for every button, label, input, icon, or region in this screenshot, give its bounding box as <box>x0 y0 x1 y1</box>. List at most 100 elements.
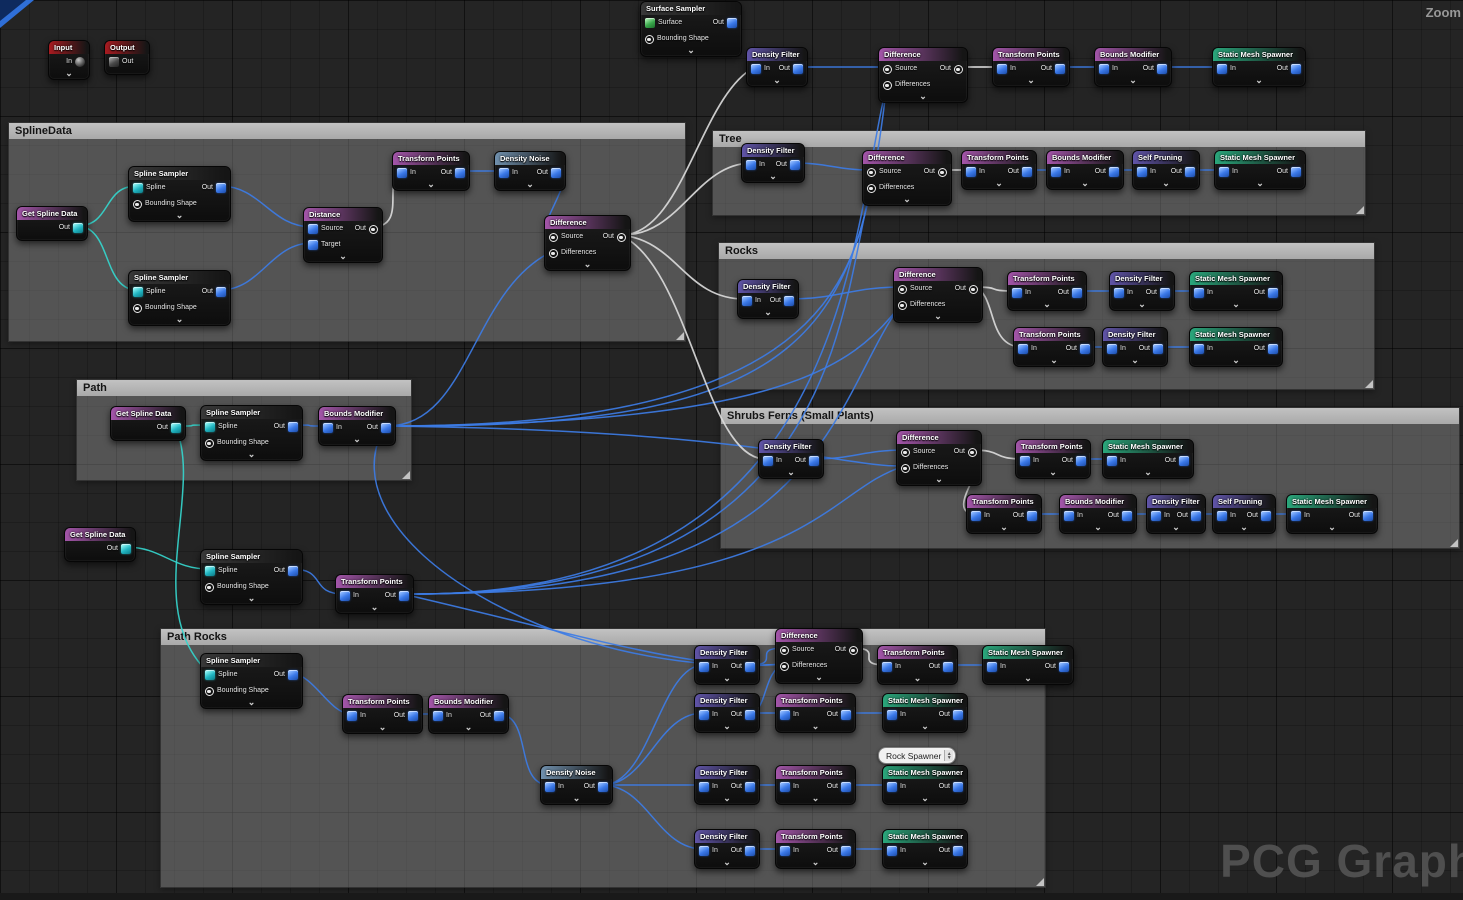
node-title[interactable]: Bounds Modifier <box>1060 495 1136 508</box>
point-pin-icon[interactable] <box>1219 167 1229 177</box>
point-pin-icon[interactable] <box>1291 167 1301 177</box>
node-title[interactable]: Density Filter <box>1103 328 1167 341</box>
any-pin-icon[interactable] <box>849 646 858 655</box>
any-pin-icon[interactable] <box>549 249 558 258</box>
point-pin-icon[interactable] <box>1012 288 1022 298</box>
any-pin-icon[interactable] <box>901 464 910 473</box>
node-transform-points[interactable]: Transform PointsInOut⌄ <box>961 150 1037 190</box>
comment-resize-handle[interactable] <box>402 471 410 479</box>
node-title[interactable]: Density Filter <box>695 694 759 707</box>
node-static-mesh-spawner[interactable]: Static Mesh SpawnerInOut⌄ <box>882 829 968 869</box>
node-title[interactable]: Static Mesh Spawner <box>1190 328 1282 341</box>
node-static-mesh-spawner[interactable]: Static Mesh SpawnerInOut⌄ <box>1189 271 1283 311</box>
node-density-filter[interactable]: Density FilterInOut⌄ <box>1102 327 1168 367</box>
any-pin-icon[interactable] <box>938 168 947 177</box>
node-title[interactable]: Transform Points <box>962 151 1036 164</box>
point-pin-icon[interactable] <box>308 240 318 250</box>
surface-pin-icon[interactable] <box>645 18 655 28</box>
point-pin-icon[interactable] <box>971 511 981 521</box>
node-distance[interactable]: DistanceSourceOutTarget⌄ <box>303 207 383 263</box>
point-pin-icon[interactable] <box>784 296 794 306</box>
point-pin-icon[interactable] <box>1051 167 1061 177</box>
node-bounds-modifier[interactable]: Bounds ModifierInOut⌄ <box>1059 494 1137 534</box>
point-pin-icon[interactable] <box>1194 288 1204 298</box>
node-density-filter[interactable]: Density FilterInOut⌄ <box>694 829 760 869</box>
node-title[interactable]: Transform Points <box>967 495 1041 508</box>
spline-pin-icon[interactable] <box>133 183 143 193</box>
node-self-pruning[interactable]: Self PruningInOut⌄ <box>1132 150 1200 190</box>
any-pin-icon[interactable] <box>645 35 654 44</box>
point-pin-icon[interactable] <box>1055 64 1065 74</box>
node-spline-sampler[interactable]: Spline SamplerSplineOutBounding Shape⌄ <box>200 653 303 709</box>
point-pin-icon[interactable] <box>1080 344 1090 354</box>
any-pin-icon[interactable] <box>898 285 907 294</box>
spline-pin-icon[interactable] <box>121 544 131 554</box>
spinner-icon[interactable]: ▲▼ <box>944 750 953 761</box>
node-transform-points[interactable]: Transform PointsInOut⌄ <box>1007 271 1087 311</box>
node-title[interactable]: Spline Sampler <box>201 654 302 667</box>
point-pin-icon[interactable] <box>841 846 851 856</box>
node-title[interactable]: Density Filter <box>1147 495 1205 508</box>
collapse-chevron-icon[interactable]: ⌄ <box>1047 180 1123 190</box>
collapse-chevron-icon[interactable]: ⌄ <box>1213 77 1305 87</box>
collapse-chevron-icon[interactable]: ⌄ <box>776 674 862 684</box>
node-title[interactable]: Density Filter <box>747 48 807 61</box>
node-title[interactable]: Distance <box>304 208 382 221</box>
any-pin-icon[interactable] <box>205 687 214 696</box>
node-difference[interactable]: DifferenceSourceOutDifferences⌄ <box>862 150 952 206</box>
point-pin-icon[interactable] <box>745 782 755 792</box>
node-spline-sampler[interactable]: Spline SamplerSplineOutBounding Shape⌄ <box>200 549 303 605</box>
point-pin-icon[interactable] <box>1363 511 1373 521</box>
point-pin-icon[interactable] <box>699 782 709 792</box>
point-pin-icon[interactable] <box>1064 511 1074 521</box>
node-transform-points[interactable]: Transform PointsInOut⌄ <box>877 645 958 685</box>
node-transform-points[interactable]: Transform PointsInOut⌄ <box>775 693 856 733</box>
point-pin-icon[interactable] <box>433 711 443 721</box>
node-title[interactable]: Spline Sampler <box>129 167 230 180</box>
point-pin-icon[interactable] <box>751 64 761 74</box>
point-pin-icon[interactable] <box>1018 344 1028 354</box>
node-bounds-modifier[interactable]: Bounds ModifierInOut⌄ <box>1046 150 1124 190</box>
collapse-chevron-icon[interactable]: ⌄ <box>695 859 759 869</box>
node-title[interactable]: Density Filter <box>695 830 759 843</box>
point-pin-icon[interactable] <box>1022 167 1032 177</box>
node-self-pruning[interactable]: Self PruningInOut⌄ <box>1212 494 1276 534</box>
point-pin-icon[interactable] <box>699 710 709 720</box>
collapse-chevron-icon[interactable]: ⌄ <box>1095 77 1171 87</box>
node-static-mesh-spawner[interactable]: Static Mesh SpawnerInOut⌄ <box>1189 327 1283 367</box>
node-difference[interactable]: DifferenceSourceOutDifferences⌄ <box>896 430 982 486</box>
point-pin-icon[interactable] <box>1122 511 1132 521</box>
point-pin-icon[interactable] <box>1291 511 1301 521</box>
collapse-chevron-icon[interactable]: ⌄ <box>738 309 798 319</box>
point-pin-icon[interactable] <box>499 168 509 178</box>
point-pin-icon[interactable] <box>997 64 1007 74</box>
point-pin-icon[interactable] <box>340 591 350 601</box>
node-title[interactable]: Bounds Modifier <box>1095 48 1171 61</box>
node-title[interactable]: Density Filter <box>738 280 798 293</box>
pcg-graph-canvas[interactable]: SplineDataTreeRocksShrubs Ferns (Small P… <box>0 0 1463 900</box>
collapse-chevron-icon[interactable]: ⌄ <box>742 173 804 183</box>
point-pin-icon[interactable] <box>699 662 709 672</box>
collapse-chevron-icon[interactable]: ⌄ <box>545 261 630 271</box>
collapse-chevron-icon[interactable]: ⌄ <box>1060 524 1136 534</box>
node-transform-points[interactable]: Transform PointsInOut⌄ <box>775 829 856 869</box>
collapse-chevron-icon[interactable]: ⌄ <box>863 196 951 206</box>
node-difference[interactable]: DifferenceSourceOutDifferences⌄ <box>893 267 983 323</box>
collapse-chevron-icon[interactable]: ⌄ <box>1103 469 1193 479</box>
node-title[interactable]: Transform Points <box>776 694 855 707</box>
point-pin-icon[interactable] <box>841 782 851 792</box>
node-title[interactable]: Density Noise <box>495 152 565 165</box>
node-title[interactable]: Density Filter <box>695 646 759 659</box>
node-title[interactable]: Bounds Modifier <box>1047 151 1123 164</box>
point-pin-icon[interactable] <box>745 710 755 720</box>
node-title[interactable]: Transform Points <box>343 695 422 708</box>
collapse-chevron-icon[interactable]: ⌄ <box>1190 301 1282 311</box>
point-pin-icon[interactable] <box>455 168 465 178</box>
point-pin-icon[interactable] <box>1109 167 1119 177</box>
node-title[interactable]: Self Pruning <box>1213 495 1275 508</box>
point-pin-icon[interactable] <box>1076 456 1086 466</box>
point-pin-icon[interactable] <box>408 711 418 721</box>
node-transform-points[interactable]: Transform PointsInOut⌄ <box>1013 327 1095 367</box>
node-title[interactable]: Get Spline Data <box>17 207 87 220</box>
node-title[interactable]: Bounds Modifier <box>429 695 508 708</box>
